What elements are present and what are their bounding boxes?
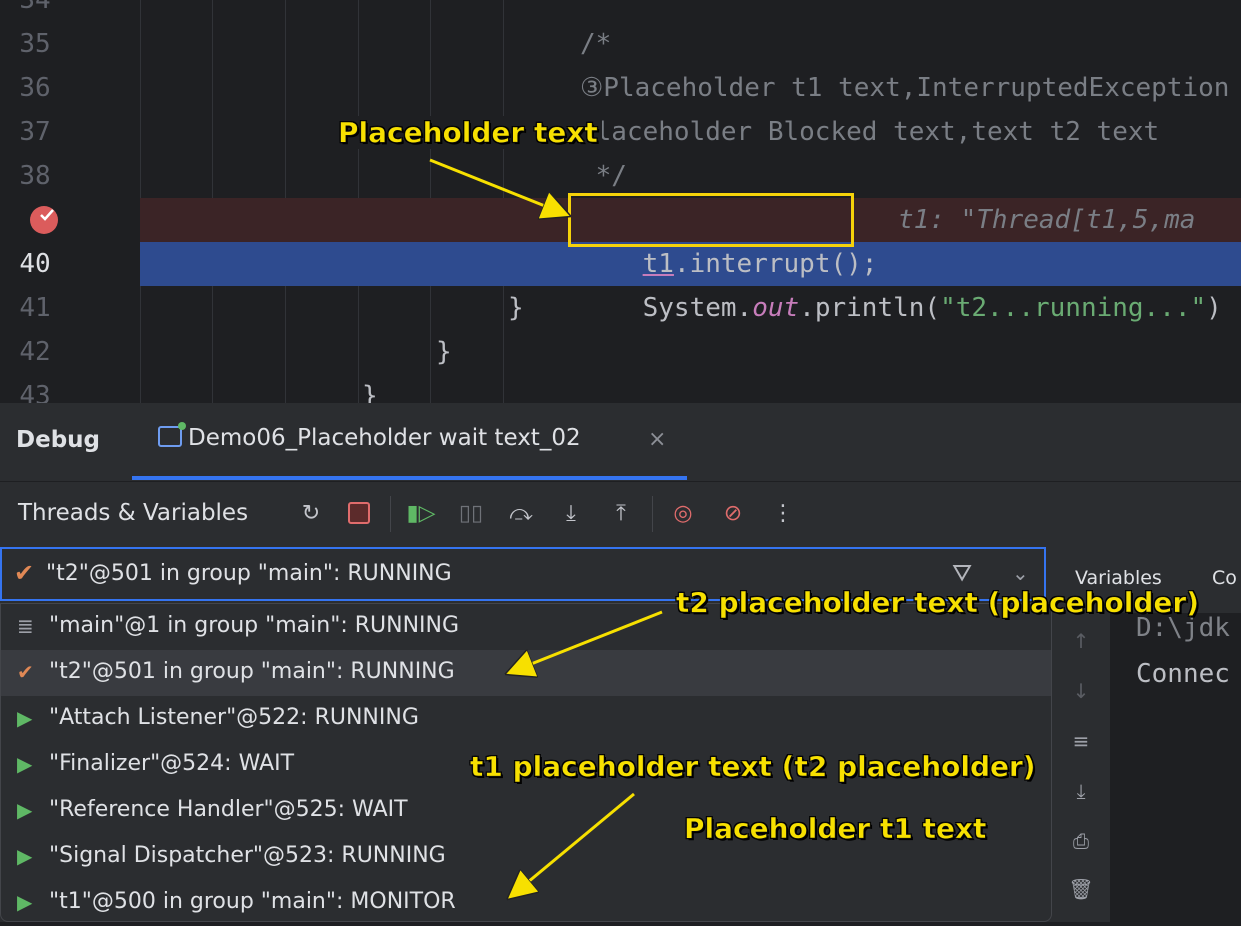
arrow-to-interrupt <box>429 158 560 212</box>
arrow-to-t2-thread <box>516 610 663 670</box>
arrow-to-t1-thread <box>516 792 635 892</box>
